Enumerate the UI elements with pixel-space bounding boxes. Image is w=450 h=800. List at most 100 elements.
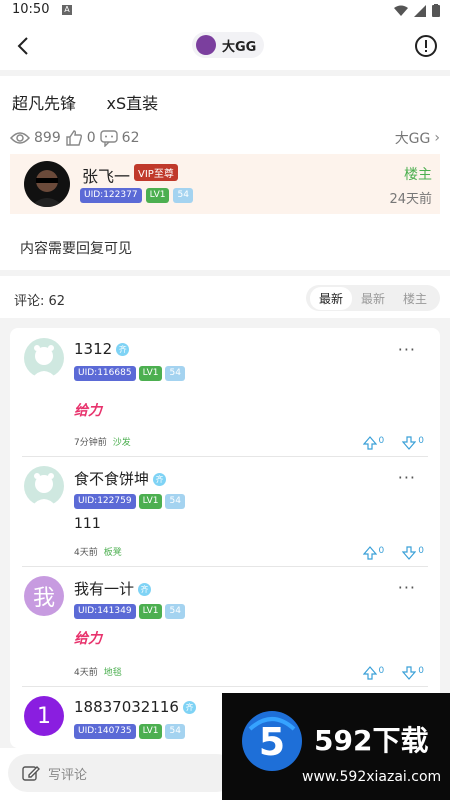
- floor-tag: 地毯: [103, 668, 122, 678]
- more-options-icon[interactable]: ···: [398, 468, 416, 487]
- comment-bubble-icon: [99, 130, 118, 147]
- upvote-icon: [362, 436, 377, 450]
- header-divider: [0, 70, 450, 76]
- comment-meta: 4天前 地毯: [74, 668, 122, 678]
- downvote-icon: [402, 546, 417, 560]
- comment-author[interactable]: 我有一计齐: [74, 578, 152, 599]
- views-count: 899: [34, 130, 61, 146]
- author-card[interactable]: 张飞一 VIP至尊 UID:122377 LV1 54 楼主 24天前: [10, 154, 440, 214]
- floor-tag: 沙发: [112, 438, 131, 448]
- eye-icon: [10, 132, 30, 144]
- qi-badge-icon: 齐: [138, 583, 152, 596]
- chevron-right-icon[interactable]: ›: [434, 130, 440, 146]
- board-link[interactable]: 大GG: [395, 128, 431, 148]
- app-header: 大GG: [0, 22, 450, 70]
- comments-header: 评论: 62 最新 最新 楼主: [0, 278, 450, 318]
- comment-author[interactable]: 18837032116 齐: [74, 698, 196, 716]
- qi-badge-icon: 齐: [116, 343, 130, 356]
- uid-badge: UID:141349: [74, 604, 136, 619]
- comment-avatar[interactable]: 1: [24, 696, 64, 736]
- number-badge: 54: [165, 724, 185, 739]
- status-time: 10:50: [12, 2, 50, 17]
- watermark-overlay: 5 592下载 www.592xiazai.com: [222, 693, 450, 800]
- author-badges: UID:122377 LV1 54: [80, 188, 193, 203]
- downvote-icon: [402, 436, 417, 450]
- comment-meta: 4天前 板凳: [74, 548, 122, 558]
- comment-author[interactable]: 1312 齐: [74, 340, 130, 358]
- number-badge: 54: [173, 188, 193, 203]
- comment-item: 1312 齐 UID:116685 LV1 54 ··· 给力 7分钟前 沙发 0 …: [10, 328, 440, 456]
- back-arrow-icon[interactable]: [12, 34, 36, 58]
- comment-votes: 0 0: [362, 546, 424, 560]
- comment-item: 食不食饼坤齐 UID:122759 LV1 54 ··· 111 4天前 板凳 0…: [10, 456, 440, 566]
- comments-count-label: 评论: 62: [14, 294, 66, 309]
- write-comment-placeholder: 写评论: [48, 767, 88, 783]
- watermark-url: www.592xiazai.com: [302, 769, 442, 785]
- sort-tab-latest-2[interactable]: 最新: [352, 287, 394, 310]
- comment-badges: UID:116685 LV1 54: [74, 366, 185, 381]
- uid-badge: UID:122759: [74, 494, 136, 509]
- comments-count: 62: [121, 130, 140, 146]
- more-options-icon[interactable]: ···: [398, 340, 416, 359]
- comment-sticker: 给力: [74, 403, 102, 419]
- comment-votes: 0 0: [362, 436, 424, 450]
- watermark-logo-icon: 5: [242, 711, 302, 771]
- board-logo-icon: [196, 35, 216, 55]
- likes-count: 0: [86, 130, 96, 146]
- comment-author[interactable]: 食不食饼坤齐: [74, 468, 167, 489]
- comment-avatar[interactable]: [24, 466, 64, 506]
- comment-votes: 0 0: [362, 666, 424, 680]
- post-stats: 899 0 62 大GG ›: [10, 128, 440, 148]
- number-badge: 54: [165, 494, 185, 509]
- uid-badge: UID:140735: [74, 724, 136, 739]
- downvote-button[interactable]: 0: [402, 436, 424, 450]
- upvote-button[interactable]: 0: [362, 436, 384, 450]
- author-name[interactable]: 张飞一: [82, 163, 130, 187]
- level-badge: LV1: [138, 494, 163, 509]
- vip-badge: VIP至尊: [134, 164, 178, 181]
- more-options-icon[interactable]: ···: [398, 578, 416, 597]
- watermark-title: 592下载: [314, 724, 429, 757]
- comment-badges: UID:141349 LV1 54: [74, 604, 185, 619]
- board-title-pill[interactable]: 大GG: [192, 32, 265, 58]
- wifi-icon: [394, 5, 408, 16]
- floor-tag: 板凳: [103, 548, 122, 558]
- upvote-button[interactable]: 0: [362, 666, 384, 680]
- comment-item: 我 我有一计齐 UID:141349 LV1 54 ··· 给力 4天前 地毯 0…: [10, 566, 440, 686]
- comment-avatar[interactable]: [24, 338, 64, 378]
- sort-tab-author[interactable]: 楼主: [394, 287, 436, 310]
- post-content: 内容需要回复可见: [20, 241, 132, 257]
- qi-badge-icon: 齐: [182, 701, 196, 714]
- downvote-button[interactable]: 0: [402, 546, 424, 560]
- number-badge: 54: [165, 604, 185, 619]
- level-badge: LV1: [138, 604, 163, 619]
- number-badge: 54: [165, 366, 185, 381]
- uid-badge: UID:116685: [74, 366, 136, 381]
- author-avatar[interactable]: [24, 161, 70, 207]
- post-time: 24天前: [389, 192, 432, 207]
- comment-badges: UID:122759 LV1 54: [74, 494, 185, 509]
- upvote-icon: [362, 546, 377, 560]
- thumbs-up-icon[interactable]: [65, 129, 83, 147]
- comments-list: 1312 齐 UID:116685 LV1 54 ··· 给力 7分钟前 沙发 0 …: [10, 328, 440, 748]
- comment-sticker: 给力: [74, 631, 102, 647]
- sort-tabs: 最新 最新 楼主: [305, 285, 440, 311]
- downvote-button[interactable]: 0: [402, 666, 424, 680]
- qi-badge-icon: 齐: [153, 473, 167, 486]
- level-badge: LV1: [138, 366, 163, 381]
- upvote-button[interactable]: 0: [362, 546, 384, 560]
- info-icon[interactable]: [414, 34, 438, 58]
- comment-avatar[interactable]: 我: [24, 576, 64, 616]
- board-title: 大GG: [222, 39, 257, 55]
- edit-icon: [22, 766, 40, 781]
- signal-icon: [414, 4, 426, 17]
- sort-tab-latest[interactable]: 最新: [309, 286, 352, 310]
- status-icons: [394, 4, 440, 17]
- comment-text: 111: [74, 516, 101, 532]
- uid-badge: UID:122377: [80, 188, 142, 203]
- comment-meta: 7分钟前 沙发: [74, 438, 131, 448]
- post-title: 超凡先锋 xS直装: [12, 94, 159, 113]
- author-role: 楼主: [404, 167, 432, 183]
- write-comment-input[interactable]: 写评论: [8, 754, 236, 792]
- downvote-icon: [402, 666, 417, 680]
